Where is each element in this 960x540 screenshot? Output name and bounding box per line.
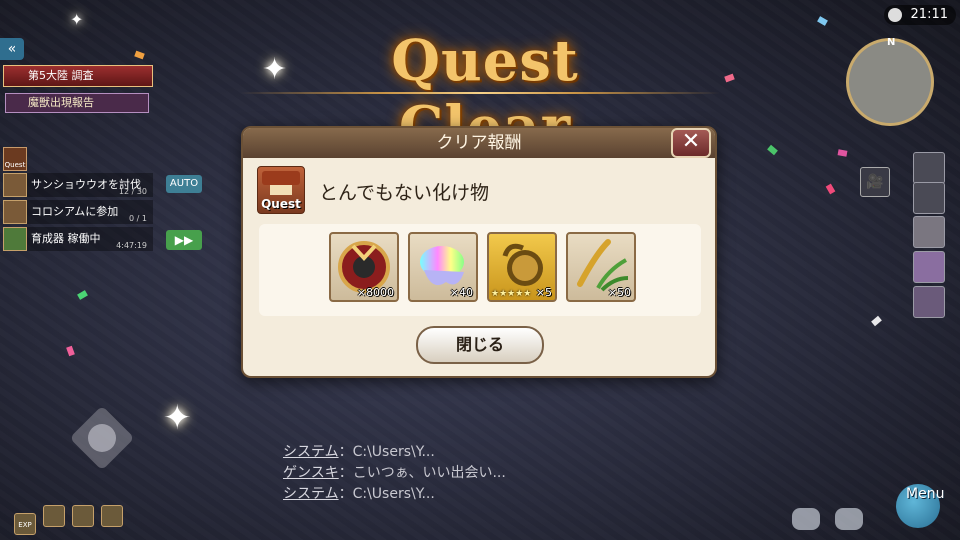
party-menu-icon[interactable] xyxy=(913,182,945,214)
chat-text: ：こいつぁ、いい出会い... xyxy=(338,465,506,481)
task-item[interactable]: 育成器 稼働中 4:47:19 xyxy=(3,227,153,251)
sword-icon xyxy=(3,173,27,197)
compass-icon[interactable] xyxy=(43,505,66,527)
chat-line: システム：C:\Users\Y... xyxy=(283,442,506,463)
dpad-joystick[interactable] xyxy=(69,405,135,471)
reward-qty: ×8000 xyxy=(356,286,394,299)
quest-icon-window xyxy=(270,185,292,195)
event-banner[interactable]: 第5大陸 調査 xyxy=(3,65,153,87)
auto-button[interactable]: AUTO xyxy=(166,175,202,193)
dpad-center xyxy=(88,424,116,452)
reward-item[interactable]: ×40 xyxy=(408,232,478,302)
chat-log: システム：C:\Users\Y... ゲンスキ：こいつぁ、いい出会い... シス… xyxy=(283,442,506,505)
menu-button[interactable]: Menu xyxy=(884,480,954,535)
task-item[interactable]: コロシアムに参加 0 / 1 xyxy=(3,200,153,224)
reward-dialog: クリア報酬 ✕ Quest とんでもない化け物 ×8000 ×40 ★★★★★ … xyxy=(241,126,717,378)
task-progress: 12 / 30 xyxy=(118,187,147,196)
camera-icon[interactable]: 🎥 xyxy=(860,167,890,197)
exp-icon[interactable]: EXP xyxy=(14,513,36,535)
quest-icon-roof xyxy=(262,171,300,185)
reward-qty: ×50 xyxy=(607,286,631,299)
incubator-icon xyxy=(3,227,27,251)
party-member-portrait[interactable] xyxy=(913,286,945,318)
reward-item[interactable]: ×50 xyxy=(566,232,636,302)
reward-stars: ★★★★★ xyxy=(491,289,532,299)
task-progress: 4:47:19 xyxy=(116,241,147,250)
chat-text: ：C:\Users\Y... xyxy=(338,444,435,460)
party-member-portrait[interactable] xyxy=(913,251,945,283)
task-label: コロシアムに参加 xyxy=(31,205,119,218)
task-label: 育成器 稼働中 xyxy=(31,232,101,245)
collapse-icon[interactable]: « xyxy=(0,38,24,60)
quest-name: とんでもない化け物 xyxy=(319,182,490,204)
task-progress: 0 / 1 xyxy=(129,214,147,223)
close-button[interactable]: 閉じる xyxy=(416,326,544,364)
quest-icon-label: Quest xyxy=(261,197,301,211)
reward-item[interactable]: ★★★★★ ×5 xyxy=(487,232,557,302)
minimap[interactable]: N xyxy=(846,37,934,126)
reward-item[interactable]: ×8000 xyxy=(329,232,399,302)
colosseum-icon xyxy=(3,200,27,224)
menu-label: Menu xyxy=(906,486,945,502)
clock: 21:11 xyxy=(884,5,956,25)
compass-north: N xyxy=(887,37,896,48)
dialog-header: クリア報酬 xyxy=(243,128,715,158)
confetti xyxy=(837,149,848,157)
sparkle-icon: ✦ xyxy=(70,10,84,29)
chat-text: ：C:\Users\Y... xyxy=(338,486,435,502)
reward-qty: ×5 xyxy=(535,286,552,299)
emote-icon[interactable] xyxy=(792,508,820,530)
reward-qty: ×40 xyxy=(449,286,473,299)
close-icon[interactable]: ✕ xyxy=(671,128,711,158)
fast-forward-button[interactable]: ▶▶ xyxy=(166,230,202,250)
sparkle-icon: ✦ xyxy=(262,52,288,87)
reward-panel: ×8000 ×40 ★★★★★ ×5 ×50 xyxy=(259,224,701,316)
chat-speaker[interactable]: システム xyxy=(283,486,339,502)
clock-icon xyxy=(888,8,902,22)
chat-line: システム：C:\Users\Y... xyxy=(283,484,506,505)
chat-speaker[interactable]: システム xyxy=(283,444,339,460)
chat-icon[interactable] xyxy=(835,508,864,530)
quest-icon: Quest xyxy=(257,166,305,214)
sparkle-icon: ✦ xyxy=(163,398,192,438)
chat-speaker[interactable]: ゲンスキ xyxy=(283,465,339,481)
bottom-toolbar: EXP xyxy=(14,505,125,535)
quest-list-icon[interactable]: Quest xyxy=(3,147,27,171)
monster-notice[interactable]: 魔獣出現報告 xyxy=(5,93,149,113)
character-menu-icon[interactable] xyxy=(913,152,945,184)
chat-toolbar xyxy=(792,508,873,534)
party-icon[interactable] xyxy=(72,505,95,527)
party-member-portrait[interactable] xyxy=(913,216,945,248)
title-underline xyxy=(240,92,720,94)
chat-line: ゲンスキ：こいつぁ、いい出会い... xyxy=(283,463,506,484)
clock-time: 21:11 xyxy=(910,7,948,22)
task-item[interactable]: サンショウウオを討伐 12 / 30 xyxy=(3,173,153,197)
building-icon[interactable] xyxy=(101,505,124,527)
